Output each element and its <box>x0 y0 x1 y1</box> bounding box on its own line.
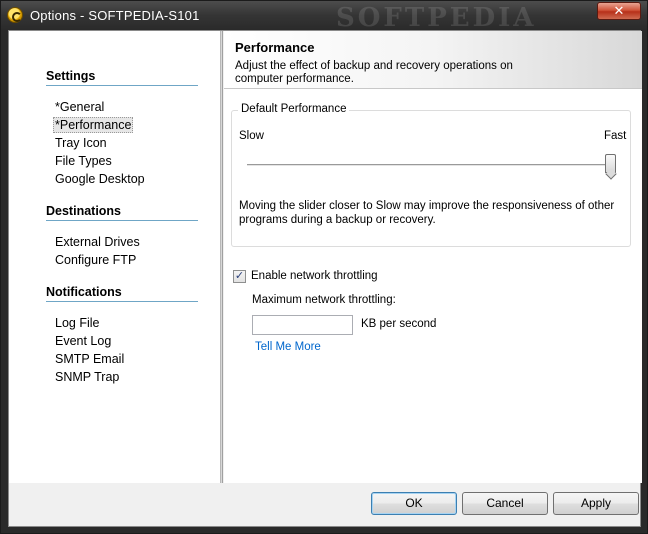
watermark: SOFTPEDIA <box>336 3 537 33</box>
sidebar-item-google-desktop[interactable]: Google Desktop <box>53 171 147 187</box>
network-throttling-label[interactable]: Enable network throttling <box>251 270 378 282</box>
throttling-unit-label: KB per second <box>361 318 437 330</box>
sidebar-item-smtp-email[interactable]: SMTP Email <box>53 351 126 367</box>
close-button[interactable]: ✕ <box>597 2 641 20</box>
page-description: Adjust the effect of backup and recovery… <box>235 60 513 85</box>
title-bar[interactable]: Options - SOFTPEDIA-S101 SOFTPEDIA ✕ <box>1 1 647 33</box>
performance-slider-thumb[interactable] <box>605 154 616 173</box>
sidebar-item-tray-icon[interactable]: Tray Icon <box>53 135 109 151</box>
apply-button[interactable]: Apply <box>553 492 639 515</box>
tell-me-more-link[interactable]: Tell Me More <box>255 341 321 353</box>
section-title-notifications: Notifications <box>46 285 122 299</box>
cancel-button[interactable]: Cancel <box>462 492 548 515</box>
ok-button[interactable]: OK <box>371 492 457 515</box>
default-performance-group: Default Performance Slow Fast Moving the… <box>231 103 631 247</box>
section-divider <box>46 301 198 302</box>
sidebar-item-event-log[interactable]: Event Log <box>53 333 113 349</box>
sidebar-item-snmp-trap[interactable]: SNMP Trap <box>53 369 121 385</box>
group-legend: Default Performance <box>238 103 350 115</box>
network-throttling-checkbox[interactable]: ✓ <box>233 270 246 283</box>
max-throttling-label: Maximum network throttling: <box>252 294 396 306</box>
slider-help-text: Moving the slider closer to Slow may imp… <box>239 200 615 226</box>
sidebar: Settings *General *Performance Tray Icon… <box>9 31 221 483</box>
sidebar-item-file-types[interactable]: File Types <box>53 153 114 169</box>
slider-max-label: Fast <box>604 130 627 142</box>
sidebar-item-external-drives[interactable]: External Drives <box>53 234 142 250</box>
app-icon <box>7 7 23 23</box>
performance-slider[interactable] <box>247 164 615 167</box>
section-divider <box>46 220 198 221</box>
options-window: Options - SOFTPEDIA-S101 SOFTPEDIA ✕ Set… <box>0 0 648 534</box>
close-icon: ✕ <box>613 3 625 18</box>
sidebar-item-performance[interactable]: *Performance <box>53 117 134 133</box>
page-title: Performance <box>235 40 315 55</box>
section-title-settings: Settings <box>46 69 96 83</box>
section-divider <box>46 85 198 86</box>
checkmark-icon: ✓ <box>234 270 245 282</box>
sidebar-item-general[interactable]: *General <box>53 99 106 115</box>
window-title: Options - SOFTPEDIA-S101 <box>30 8 200 23</box>
slider-min-label: Slow <box>239 130 264 142</box>
dialog-body: Settings *General *Performance Tray Icon… <box>8 30 642 527</box>
sidebar-item-configure-ftp[interactable]: Configure FTP <box>53 252 138 268</box>
sidebar-item-log-file[interactable]: Log File <box>53 315 101 331</box>
main-panel: Performance Adjust the effect of backup … <box>224 31 642 483</box>
max-throttling-input[interactable] <box>252 315 353 335</box>
page-header: Performance Adjust the effect of backup … <box>224 31 642 89</box>
section-title-destinations: Destinations <box>46 204 122 218</box>
pane-splitter[interactable] <box>221 31 223 483</box>
